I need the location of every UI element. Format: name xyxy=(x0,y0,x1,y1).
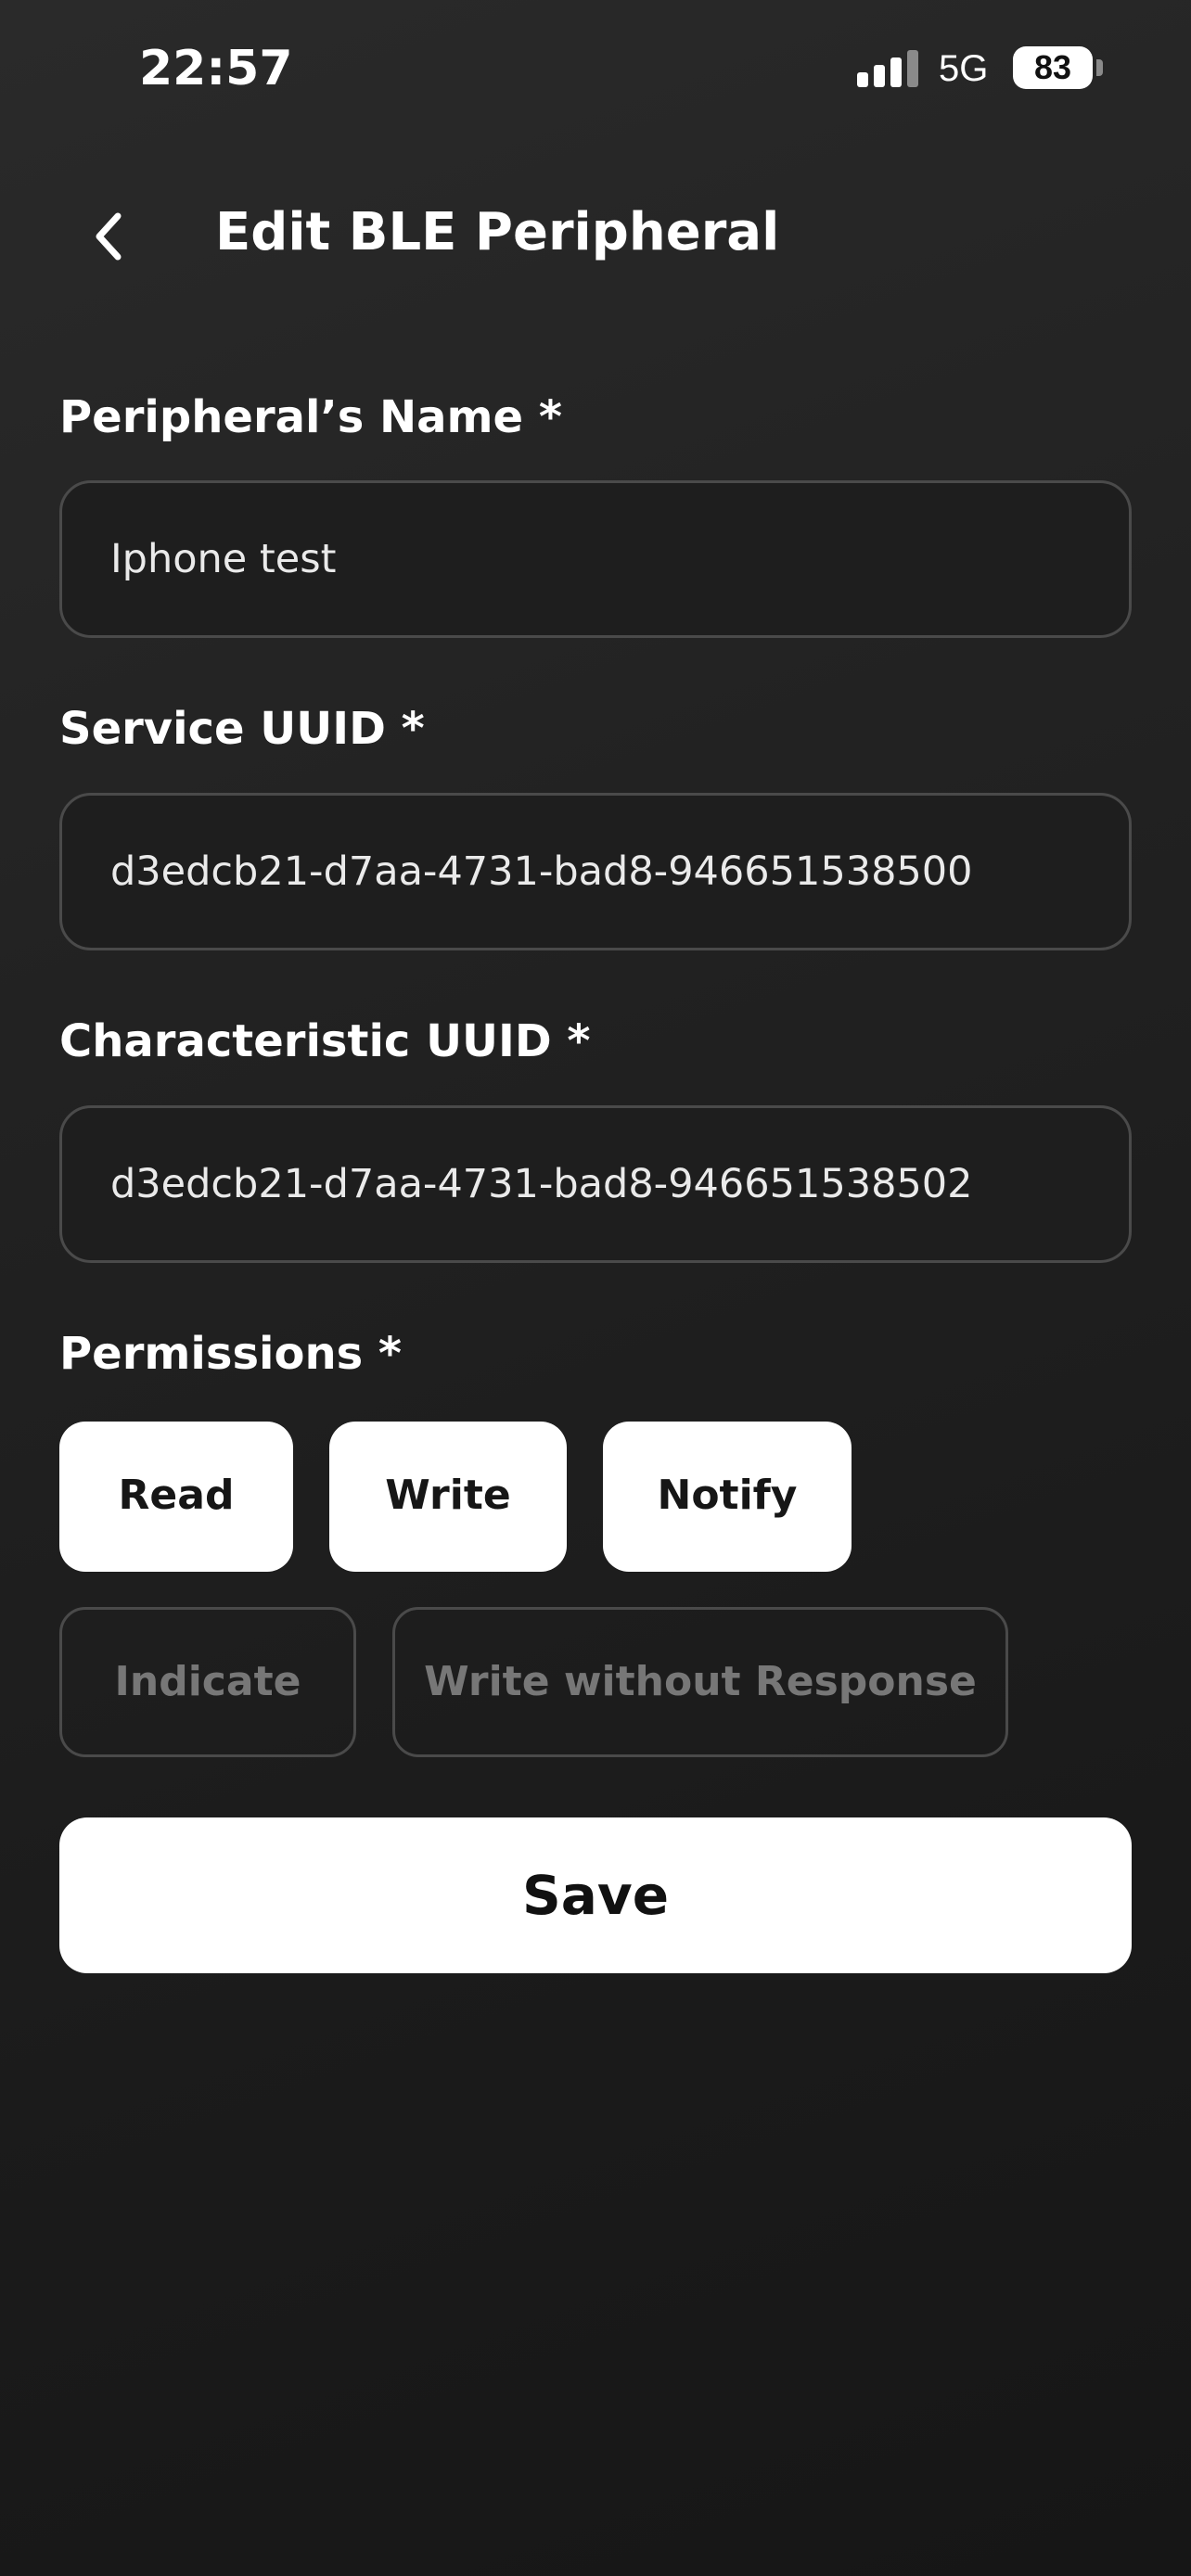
peripheral-name-label: Peripheral’s Name * xyxy=(59,391,562,443)
header: Edit BLE Peripheral xyxy=(0,185,1191,287)
permission-indicate-button[interactable]: Indicate xyxy=(59,1607,356,1757)
permission-write-button[interactable]: Write xyxy=(329,1422,567,1572)
battery-icon: 83 xyxy=(1013,46,1093,89)
peripheral-name-input[interactable]: Iphone test xyxy=(59,480,1132,638)
network-type: 5G xyxy=(939,48,989,89)
permission-write-without-response-button[interactable]: Write without Response xyxy=(392,1607,1008,1757)
signal-strength-icon xyxy=(857,50,920,87)
battery-level: 83 xyxy=(1033,48,1072,86)
service-uuid-input[interactable]: d3edcb21-d7aa-4731-bad8-946651538500 xyxy=(59,793,1132,950)
chevron-left-icon xyxy=(96,212,122,261)
permission-read-button[interactable]: Read xyxy=(59,1422,293,1572)
back-button[interactable] xyxy=(76,204,141,269)
page-title: Edit BLE Peripheral xyxy=(215,202,780,262)
permission-notify-button[interactable]: Notify xyxy=(603,1422,852,1572)
status-time: 22:57 xyxy=(139,41,293,96)
permissions-label: Permissions * xyxy=(59,1328,402,1380)
characteristic-uuid-input[interactable]: d3edcb21-d7aa-4731-bad8-946651538502 xyxy=(59,1105,1132,1263)
characteristic-uuid-label: Characteristic UUID * xyxy=(59,1015,591,1067)
battery-tip xyxy=(1096,59,1103,76)
status-bar: 22:57 5G 83 xyxy=(0,0,1191,139)
save-button[interactable]: Save xyxy=(59,1817,1132,1973)
service-uuid-label: Service UUID * xyxy=(59,703,425,755)
